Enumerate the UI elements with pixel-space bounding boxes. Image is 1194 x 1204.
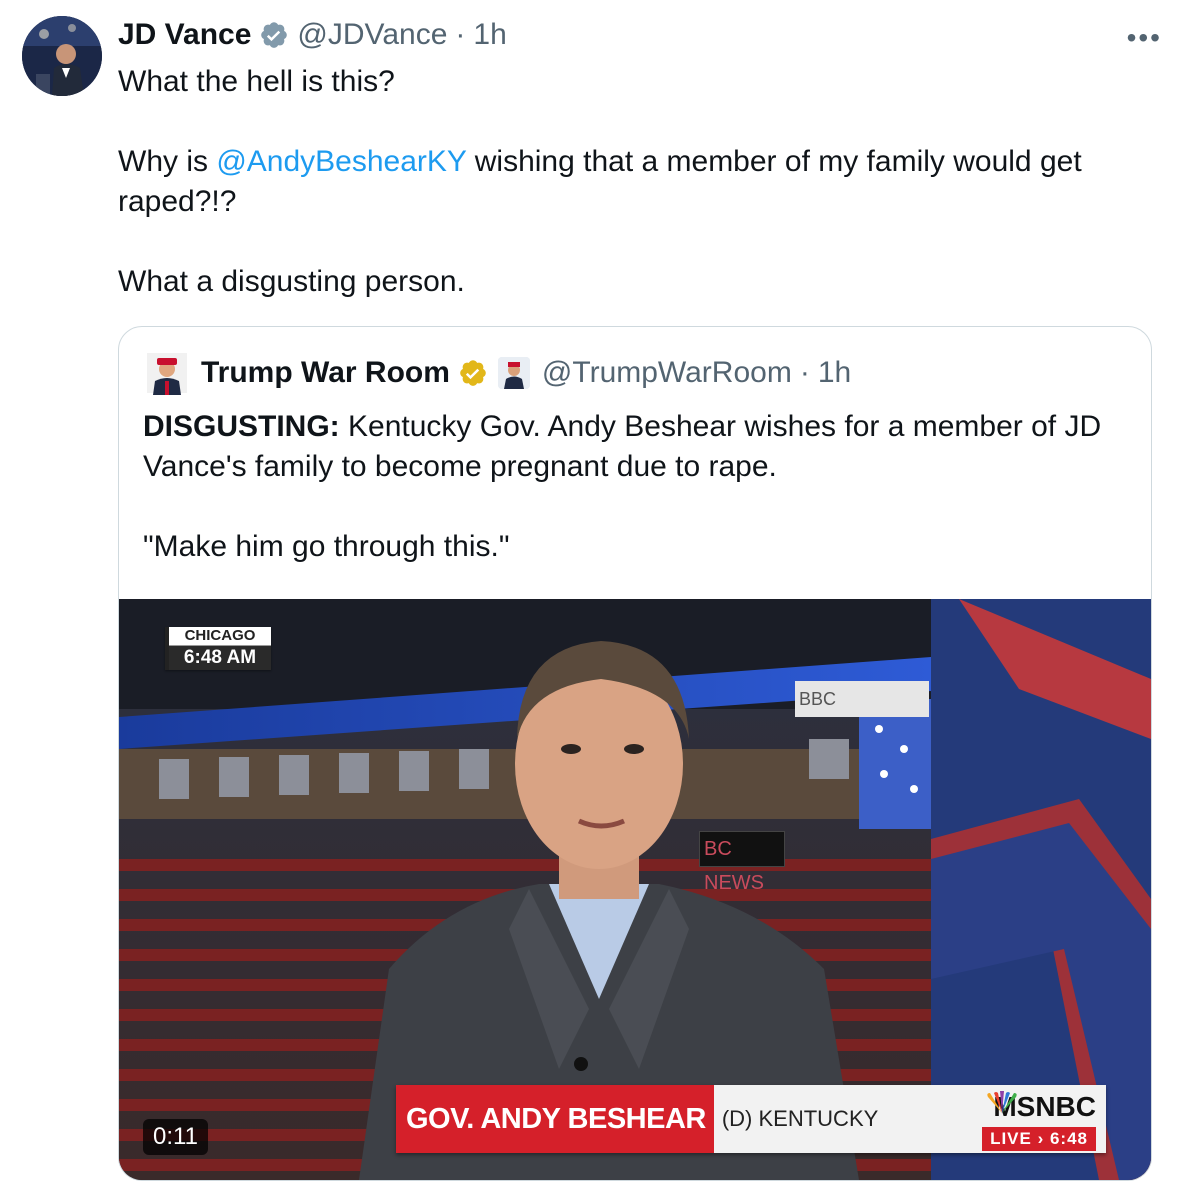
peacock-icon (987, 1091, 1017, 1113)
video-duration: 0:11 (143, 1119, 208, 1155)
location-time-tag: CHICAGO 6:48 AM (165, 627, 271, 670)
quote-time[interactable]: 1h (818, 356, 851, 390)
msnbc-logo: MSNBC (982, 1091, 1096, 1123)
separator-dot: · (455, 18, 466, 51)
tweet-header: JD Vance @JDVance · 1h (118, 18, 507, 52)
lower-third-name: GOV. ANDY BESHEAR (396, 1085, 714, 1153)
lower-third: GOV. ANDY BESHEAR (D) KENTUCKY MSNBC LIV… (396, 1085, 1106, 1153)
network-brand: MSNBC LIVE › 6:48 (982, 1091, 1096, 1151)
background-sign-bbc: BBC (795, 681, 929, 717)
location-clock: 6:48 AM (169, 646, 271, 670)
quote-avatar[interactable] (143, 349, 191, 397)
author-name[interactable]: JD Vance (118, 18, 251, 52)
quote-paragraph: DISGUSTING: Kentucky Gov. Andy Beshear w… (143, 407, 1133, 487)
quote-text: DISGUSTING: Kentucky Gov. Andy Beshear w… (143, 407, 1133, 567)
quote-author-name[interactable]: Trump War Room (201, 356, 450, 390)
background-sign-news: BC NEWS (699, 831, 785, 894)
tweet-line-2-prefix: Why is (118, 145, 217, 178)
verified-badge-icon (261, 22, 288, 48)
tweet-time[interactable]: 1h (473, 18, 506, 52)
author-handle[interactable]: @JDVance (297, 18, 447, 52)
quote-header: Trump War Room @TrumpWarRoom · 1h (143, 349, 851, 397)
quote-separator-dot: · (799, 356, 810, 389)
quote-quoted-line: "Make him go through this." (143, 530, 510, 563)
affiliate-badge-icon (497, 357, 530, 389)
video-player[interactable]: BBC BC NEWS CHICAGO 6:48 AM GOV. ANDY BE… (119, 599, 1151, 1180)
mention-link[interactable]: @AndyBeshearKY (216, 145, 466, 178)
quoted-tweet[interactable]: Trump War Room @TrumpWarRoom · 1h DISGUS… (118, 326, 1152, 1181)
location-city: CHICAGO (169, 627, 271, 646)
quote-handle[interactable]: @TrumpWarRoom (542, 356, 792, 390)
tweet-line-1: What the hell is this? (118, 65, 395, 98)
tweet-line-2: Why is @AndyBeshearKY wishing that a mem… (118, 142, 1158, 222)
author-avatar[interactable] (22, 16, 102, 96)
tweet-text: What the hell is this? Why is @AndyBeshe… (118, 62, 1158, 302)
gold-verified-badge-icon (460, 360, 486, 386)
tweet-line-3: What a disgusting person. (118, 265, 465, 298)
live-indicator: LIVE › 6:48 (982, 1127, 1096, 1151)
quote-bold-lead: DISGUSTING: (143, 410, 340, 443)
more-icon[interactable]: ••• (1127, 22, 1162, 54)
